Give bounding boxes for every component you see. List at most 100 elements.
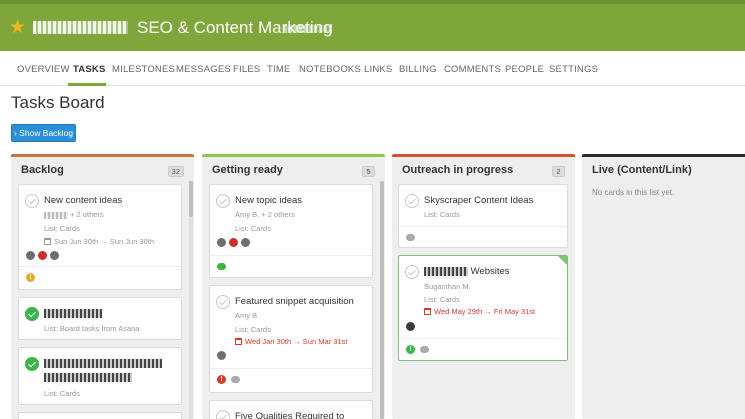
- task-title: [44, 358, 162, 369]
- task-card[interactable]: Featured snippet acquisition Amy B. List…: [209, 285, 373, 393]
- redacted-title: [424, 266, 468, 276]
- avatar: [216, 237, 227, 248]
- redacted-assignee: [44, 211, 68, 219]
- redacted-suffix: [284, 25, 332, 33]
- avatar: [228, 237, 239, 248]
- task-dates: Sun Jun 30th → Sun Jun 30th: [44, 237, 154, 246]
- column-color-bar: [202, 154, 385, 157]
- column-backlog: Backlog 32 New content ideas + 2 others …: [11, 154, 194, 419]
- tab-notebooks[interactable]: NOTEBOOKS: [299, 64, 361, 75]
- redacted-title: [44, 358, 162, 368]
- complete-checkbox[interactable]: [25, 194, 39, 208]
- priority-icon: !: [406, 345, 415, 354]
- active-tab-indicator: [68, 83, 106, 86]
- task-list: List: Cards: [424, 295, 460, 304]
- complete-checkbox[interactable]: [216, 410, 230, 419]
- tab-people[interactable]: PEOPLE: [505, 64, 544, 75]
- avatar: [25, 250, 36, 261]
- task-title-line2: [44, 372, 132, 383]
- column-title: Backlog: [21, 164, 64, 176]
- column-outreach: Outreach in progress 2 Skyscraper Conten…: [392, 154, 575, 419]
- task-card[interactable]: Five Qualities Required to: [209, 400, 373, 419]
- column-title: Getting ready: [212, 164, 283, 176]
- redacted-title: [44, 372, 132, 382]
- tab-links[interactable]: LINKS: [364, 64, 392, 75]
- column-scroll-thumb[interactable]: [380, 181, 384, 419]
- complete-checkbox[interactable]: [405, 194, 419, 208]
- show-backlog-button[interactable]: › Show Backlog: [11, 124, 76, 142]
- project-header: ★ SEO & Content Marketing: [0, 0, 745, 51]
- task-card[interactable]: [18, 412, 182, 419]
- complete-checkbox[interactable]: [25, 307, 39, 321]
- task-card[interactable]: List: Board tasks from Asana: [18, 297, 182, 340]
- task-list: List: Board tasks from Asana: [44, 324, 140, 333]
- avatar: [216, 350, 227, 361]
- column-live: Live (Content/Link) No cards in this lis…: [582, 154, 745, 419]
- task-assignees: Amy B.: [235, 311, 260, 320]
- comment-icon[interactable]: [406, 234, 415, 241]
- task-list: List: Cards: [44, 224, 80, 233]
- tab-messages[interactable]: MESSAGES: [176, 64, 231, 75]
- project-nav: OVERVIEW TASKS MILESTONES MESSAGES FILES…: [0, 51, 745, 86]
- complete-checkbox[interactable]: [25, 357, 39, 371]
- task-title: Websites: [424, 266, 510, 277]
- complete-checkbox[interactable]: [216, 194, 230, 208]
- avatar: [405, 321, 416, 332]
- calendar-icon: [235, 338, 242, 345]
- comment-icon[interactable]: [217, 263, 226, 270]
- column-scroll-thumb[interactable]: [189, 181, 193, 217]
- tab-billing[interactable]: BILLING: [399, 64, 437, 75]
- tab-tasks[interactable]: TASKS: [73, 64, 106, 75]
- card-divider: [210, 368, 372, 369]
- task-title: Five Qualities Required to: [235, 411, 345, 419]
- tab-settings[interactable]: SETTINGS: [549, 64, 598, 75]
- tab-overview[interactable]: OVERVIEW: [17, 64, 70, 75]
- task-card[interactable]: New topic ideas Amy B. + 2 others List: …: [209, 184, 373, 278]
- comment-icon[interactable]: [420, 346, 429, 353]
- task-list: List: Cards: [424, 210, 460, 219]
- column-title: Live (Content/Link): [592, 164, 692, 176]
- calendar-icon: [44, 238, 51, 245]
- column-color-bar: [11, 154, 194, 157]
- task-title: Featured snippet acquisition: [235, 296, 354, 307]
- task-title: New content ideas: [44, 195, 123, 206]
- task-list: List: Cards: [44, 389, 80, 398]
- task-assignees: Suganthan M.: [424, 282, 471, 291]
- star-icon[interactable]: ★: [9, 18, 26, 37]
- priority-icon: !: [26, 273, 35, 282]
- column-empty-message: No cards in this list yet.: [592, 188, 675, 197]
- column-color-bar: [392, 154, 575, 157]
- column-count-badge: 5: [362, 166, 375, 177]
- task-assignees: Amy B. + 2 others: [235, 210, 295, 219]
- complete-checkbox[interactable]: [216, 295, 230, 309]
- task-dates: Wed Jan 30th → Sun Mar 31st: [235, 337, 347, 346]
- redacted-title: [44, 308, 102, 318]
- tasks-board: Backlog 32 New content ideas + 2 others …: [0, 154, 745, 419]
- calendar-icon: [424, 308, 431, 315]
- task-card[interactable]: Websites Suganthan M. List: Cards Wed Ma…: [398, 255, 568, 361]
- task-card[interactable]: Skyscraper Content Ideas List: Cards: [398, 184, 568, 248]
- task-assignees: + 2 others: [44, 210, 104, 219]
- task-card[interactable]: List: Cards: [18, 347, 182, 405]
- comment-icon[interactable]: [231, 376, 240, 383]
- avatar: [37, 250, 48, 261]
- priority-icon: !: [217, 375, 226, 384]
- page-title: Tasks Board: [11, 93, 105, 112]
- column-color-bar: [582, 154, 745, 157]
- tab-time[interactable]: TIME: [267, 64, 291, 75]
- card-divider: [399, 226, 567, 227]
- card-divider: [19, 266, 181, 267]
- task-list: List: Cards: [235, 224, 271, 233]
- column-count-badge: 32: [167, 166, 184, 177]
- task-title: [44, 308, 102, 319]
- task-card[interactable]: New content ideas + 2 others List: Cards…: [18, 184, 182, 290]
- redacted-company-name: [33, 21, 128, 34]
- avatar: [240, 237, 251, 248]
- tab-comments[interactable]: COMMENTS: [444, 64, 501, 75]
- task-dates: Wed May 29th → Fri May 31st: [424, 307, 535, 316]
- tab-milestones[interactable]: MILESTONES: [112, 64, 175, 75]
- tab-files[interactable]: FILES: [233, 64, 260, 75]
- complete-checkbox[interactable]: [405, 265, 419, 279]
- card-corner-flag: [558, 256, 567, 265]
- column-getting-ready: Getting ready 5 New topic ideas Amy B. +…: [202, 154, 385, 419]
